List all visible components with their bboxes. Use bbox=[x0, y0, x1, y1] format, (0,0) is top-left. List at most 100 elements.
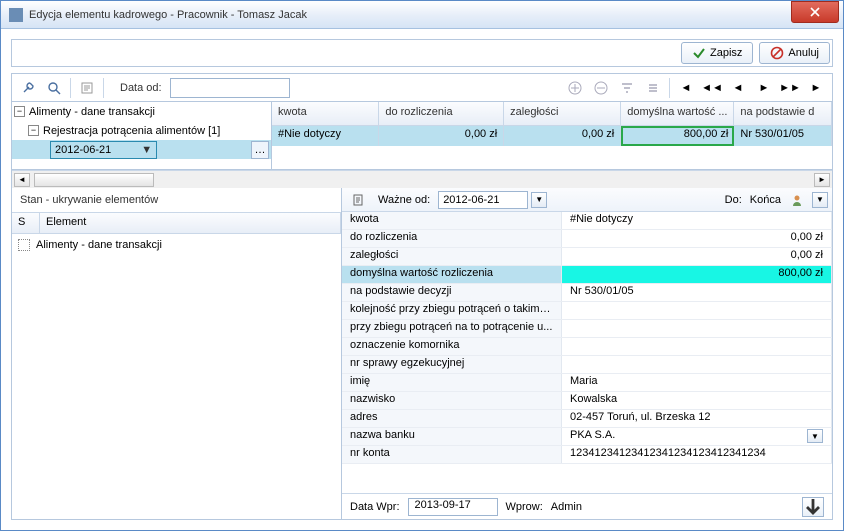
filter-icon bbox=[620, 81, 634, 95]
form-icon bbox=[80, 81, 94, 95]
detail-value[interactable] bbox=[562, 338, 832, 355]
entered-by-label: Wprow: bbox=[506, 501, 543, 513]
detail-row[interactable]: kwota#Nie dotyczy bbox=[342, 212, 832, 230]
entry-date-field[interactable]: 2013-09-17 bbox=[408, 498, 498, 516]
h-scrollbar[interactable]: ◄ ► bbox=[12, 170, 832, 188]
scroll-left[interactable]: ◄ bbox=[14, 173, 30, 187]
detail-row[interactable]: nazwa bankuPKA S.A.▼ bbox=[342, 428, 832, 446]
add-button[interactable] bbox=[563, 77, 587, 99]
cell-podstawa[interactable]: Nr 530/01/05 bbox=[734, 126, 832, 146]
down-button[interactable] bbox=[802, 497, 824, 517]
collapse-icon[interactable]: − bbox=[14, 106, 25, 117]
detail-label: kolejność przy zbiegu potrąceń o takim s… bbox=[342, 302, 562, 319]
col-na-podstawie[interactable]: na podstawie d bbox=[734, 102, 832, 126]
col-zaleglosci[interactable]: zaległości bbox=[504, 102, 621, 126]
detail-label: oznaczenie komornika bbox=[342, 338, 562, 355]
remove-button[interactable] bbox=[589, 77, 613, 99]
chevron-down-icon[interactable]: ▼ bbox=[812, 192, 828, 208]
cancel-icon bbox=[770, 46, 784, 60]
tree-date: 2012-06-21 bbox=[55, 144, 111, 156]
form-button[interactable] bbox=[75, 77, 99, 99]
close-button[interactable] bbox=[791, 1, 839, 23]
detail-value[interactable] bbox=[562, 302, 832, 319]
checkbox-icon[interactable] bbox=[18, 239, 30, 251]
detail-row[interactable]: zaległości0,00 zł bbox=[342, 248, 832, 266]
search-button[interactable] bbox=[42, 77, 66, 99]
tree-root[interactable]: − Alimenty - dane transakcji bbox=[12, 102, 271, 121]
to-label: Do: bbox=[725, 194, 742, 206]
detail-row[interactable]: imięMaria bbox=[342, 374, 832, 392]
nav-fast-fwd[interactable]: ►► bbox=[778, 77, 802, 99]
detail-row[interactable]: domyślna wartość rozliczenia800,00 zł bbox=[342, 266, 832, 284]
ellipsis-button[interactable]: … bbox=[251, 141, 269, 159]
col-do-rozliczenia[interactable]: do rozliczenia bbox=[379, 102, 504, 126]
cell-do-rozl[interactable]: 0,00 zł bbox=[379, 126, 504, 146]
detail-row[interactable]: nr konta12341234123412341234123412341234 bbox=[342, 446, 832, 464]
check-icon bbox=[692, 46, 706, 60]
toolbar: Data od: ◄ ◄◄ ◄ ► ►► ► bbox=[12, 74, 832, 102]
scroll-thumb[interactable] bbox=[34, 173, 154, 187]
table-row[interactable]: #Nie dotyczy 0,00 zł 0,00 zł 800,00 zł N… bbox=[272, 126, 832, 146]
date-from-input[interactable] bbox=[170, 78, 290, 98]
nav-last[interactable]: ► bbox=[804, 77, 828, 99]
settings-button[interactable] bbox=[16, 77, 40, 99]
tree-date-row[interactable]: 2012-06-21 ▼ … bbox=[12, 140, 271, 159]
detail-row[interactable]: adres02-457 Toruń, ul. Brzeska 12 bbox=[342, 410, 832, 428]
detail-label: domyślna wartość rozliczenia bbox=[342, 266, 562, 283]
page-button[interactable] bbox=[346, 189, 370, 211]
detail-value[interactable]: #Nie dotyczy bbox=[562, 212, 832, 229]
detail-value[interactable] bbox=[562, 356, 832, 373]
cell-kwota[interactable]: #Nie dotyczy bbox=[272, 126, 379, 146]
scroll-right[interactable]: ► bbox=[814, 173, 830, 187]
state-col-element[interactable]: Element bbox=[40, 213, 341, 233]
list-button[interactable] bbox=[641, 77, 665, 99]
chevron-down-icon[interactable]: ▼ bbox=[531, 192, 547, 208]
detail-row[interactable]: oznaczenie komornika bbox=[342, 338, 832, 356]
detail-value[interactable]: 0,00 zł bbox=[562, 248, 832, 265]
chevron-down-icon[interactable]: ▼ bbox=[141, 144, 152, 156]
col-domyslna[interactable]: domyślna wartość ... bbox=[621, 102, 734, 126]
person-button[interactable] bbox=[785, 189, 809, 211]
detail-value[interactable]: Kowalska bbox=[562, 392, 832, 409]
detail-label: zaległości bbox=[342, 248, 562, 265]
col-kwota[interactable]: kwota bbox=[272, 102, 379, 126]
nav-first[interactable]: ◄ bbox=[674, 77, 698, 99]
detail-label: nr sprawy egzekucyjnej bbox=[342, 356, 562, 373]
nav-fast-back[interactable]: ◄◄ bbox=[700, 77, 724, 99]
close-icon bbox=[810, 7, 820, 17]
detail-value[interactable]: Maria bbox=[562, 374, 832, 391]
detail-row[interactable]: na podstawie decyzjiNr 530/01/05 bbox=[342, 284, 832, 302]
detail-row[interactable]: do rozliczenia0,00 zł bbox=[342, 230, 832, 248]
state-col-s[interactable]: S bbox=[12, 213, 40, 233]
detail-label: przy zbiegu potrąceń na to potrącenie u.… bbox=[342, 320, 562, 337]
cell-zaleg[interactable]: 0,00 zł bbox=[504, 126, 621, 146]
detail-row[interactable]: kolejność przy zbiegu potrąceń o takim s… bbox=[342, 302, 832, 320]
tree-child[interactable]: − Rejestracja potrącenia alimentów [1] bbox=[12, 121, 271, 140]
detail-row[interactable]: przy zbiegu potrąceń na to potrącenie u.… bbox=[342, 320, 832, 338]
detail-value[interactable]: 0,00 zł bbox=[562, 230, 832, 247]
to-value: Końca bbox=[750, 194, 781, 206]
detail-value[interactable]: 02-457 Toruń, ul. Brzeska 12 bbox=[562, 410, 832, 427]
detail-label: nr konta bbox=[342, 446, 562, 463]
cancel-button[interactable]: Anuluj bbox=[759, 42, 830, 64]
detail-row[interactable]: nazwiskoKowalska bbox=[342, 392, 832, 410]
detail-pane: Ważne od: 2012-06-21 ▼ Do: Końca ▼ kwota… bbox=[342, 188, 832, 519]
nav-next[interactable]: ► bbox=[752, 77, 776, 99]
chevron-down-icon[interactable]: ▼ bbox=[807, 429, 823, 443]
detail-value[interactable] bbox=[562, 320, 832, 337]
save-button[interactable]: Zapisz bbox=[681, 42, 753, 64]
collapse-icon[interactable]: − bbox=[28, 125, 39, 136]
detail-value[interactable]: 12341234123412341234123412341234 bbox=[562, 446, 832, 463]
cell-domyslna[interactable]: 800,00 zł bbox=[621, 126, 734, 146]
detail-row[interactable]: nr sprawy egzekucyjnej bbox=[342, 356, 832, 374]
list-item[interactable]: Alimenty - dane transakcji bbox=[12, 234, 341, 256]
detail-value[interactable]: 800,00 zł bbox=[562, 266, 832, 283]
magnifier-icon bbox=[47, 81, 61, 95]
filter-button[interactable] bbox=[615, 77, 639, 99]
detail-value[interactable]: PKA S.A.▼ bbox=[562, 428, 832, 445]
valid-from-field[interactable]: 2012-06-21 bbox=[438, 191, 528, 209]
action-bar: Zapisz Anuluj bbox=[11, 39, 833, 67]
date-from-label: Data od: bbox=[120, 82, 162, 94]
detail-value[interactable]: Nr 530/01/05 bbox=[562, 284, 832, 301]
nav-prev[interactable]: ◄ bbox=[726, 77, 750, 99]
